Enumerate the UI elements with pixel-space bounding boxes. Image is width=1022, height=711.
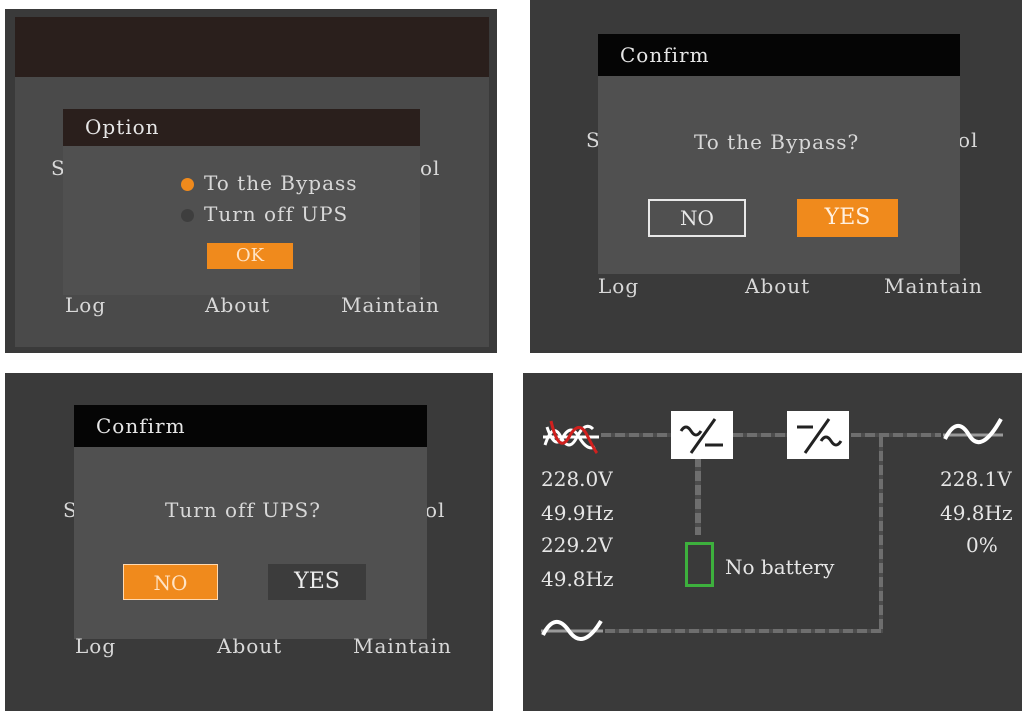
ups-flow-screen: No battery 228.0V 49.9Hz 229.2V 49.8Hz 2… [523, 373, 1022, 711]
output-voltage: 228.1V [940, 467, 1012, 491]
menu-about[interactable]: About [205, 293, 270, 317]
top-status-bar [15, 17, 489, 77]
bypass-sine-icon [541, 619, 603, 641]
option-turn-off-ups[interactable]: Turn off UPS [204, 202, 348, 226]
dialog-title: Confirm [598, 34, 960, 76]
option-dialog: Option To the Bypass Turn off UPS OK [63, 109, 420, 295]
dialog-title: Option [63, 109, 420, 146]
output-sine-icon [943, 418, 1003, 445]
yes-button[interactable]: YES [268, 564, 366, 600]
confirm-turnoff-screen: S ol Confirm Turn off UPS? NO YES Log Ab… [5, 373, 493, 711]
behind-menu-right-fragment: ol [958, 128, 979, 152]
dialog-title: Confirm [74, 405, 427, 447]
menu-maintain[interactable]: Maintain [341, 293, 440, 317]
radio-selected-icon[interactable] [181, 178, 194, 191]
bypass-flow-line [605, 629, 883, 633]
output-frequency: 49.8Hz [940, 501, 1013, 525]
confirm-message: To the Bypass? [694, 130, 860, 154]
option-screen: S ol Option To the Bypass Turn off UPS O… [5, 9, 497, 353]
menu-maintain[interactable]: Maintain [353, 634, 452, 658]
dc-bus-flow-line [733, 433, 789, 437]
confirm-dialog: Confirm To the Bypass? NO YES [598, 34, 960, 274]
menu-log[interactable]: Log [65, 293, 106, 317]
bypass-vertical-flow-line [879, 437, 883, 633]
output-flow-line [851, 433, 941, 437]
option-to-bypass[interactable]: To the Bypass [204, 171, 358, 195]
confirm-dialog: Confirm Turn off UPS? NO YES [74, 405, 427, 639]
menu-about[interactable]: About [217, 634, 282, 658]
battery-icon [685, 542, 714, 587]
behind-menu-right-fragment: ol [425, 498, 446, 522]
input-frequency-2: 49.8Hz [541, 567, 614, 591]
input-voltage-2: 229.2V [541, 533, 613, 557]
input-flow-line [601, 433, 671, 437]
menu-log[interactable]: Log [598, 274, 639, 298]
inverter-icon [787, 411, 849, 459]
menu-maintain[interactable]: Maintain [884, 274, 983, 298]
confirm-bypass-screen: S ol Confirm To the Bypass? NO YES Log A… [530, 0, 1022, 353]
behind-menu-right-fragment: ol [420, 156, 441, 180]
yes-button[interactable]: YES [797, 199, 898, 237]
output-load: 0% [966, 533, 998, 557]
rectifier-icon [671, 411, 733, 459]
no-button[interactable]: NO [123, 564, 218, 600]
ok-button[interactable]: OK [207, 243, 293, 269]
no-button[interactable]: NO [648, 199, 746, 237]
menu-about[interactable]: About [745, 274, 810, 298]
battery-flow-line [695, 457, 701, 535]
mains-input-fault-icon [543, 420, 599, 455]
confirm-message: Turn off UPS? [165, 498, 321, 522]
battery-status: No battery [725, 555, 835, 579]
menu-log[interactable]: Log [75, 634, 116, 658]
input-frequency-1: 49.9Hz [541, 501, 614, 525]
input-voltage-1: 228.0V [541, 467, 613, 491]
radio-unselected-icon[interactable] [181, 209, 194, 222]
